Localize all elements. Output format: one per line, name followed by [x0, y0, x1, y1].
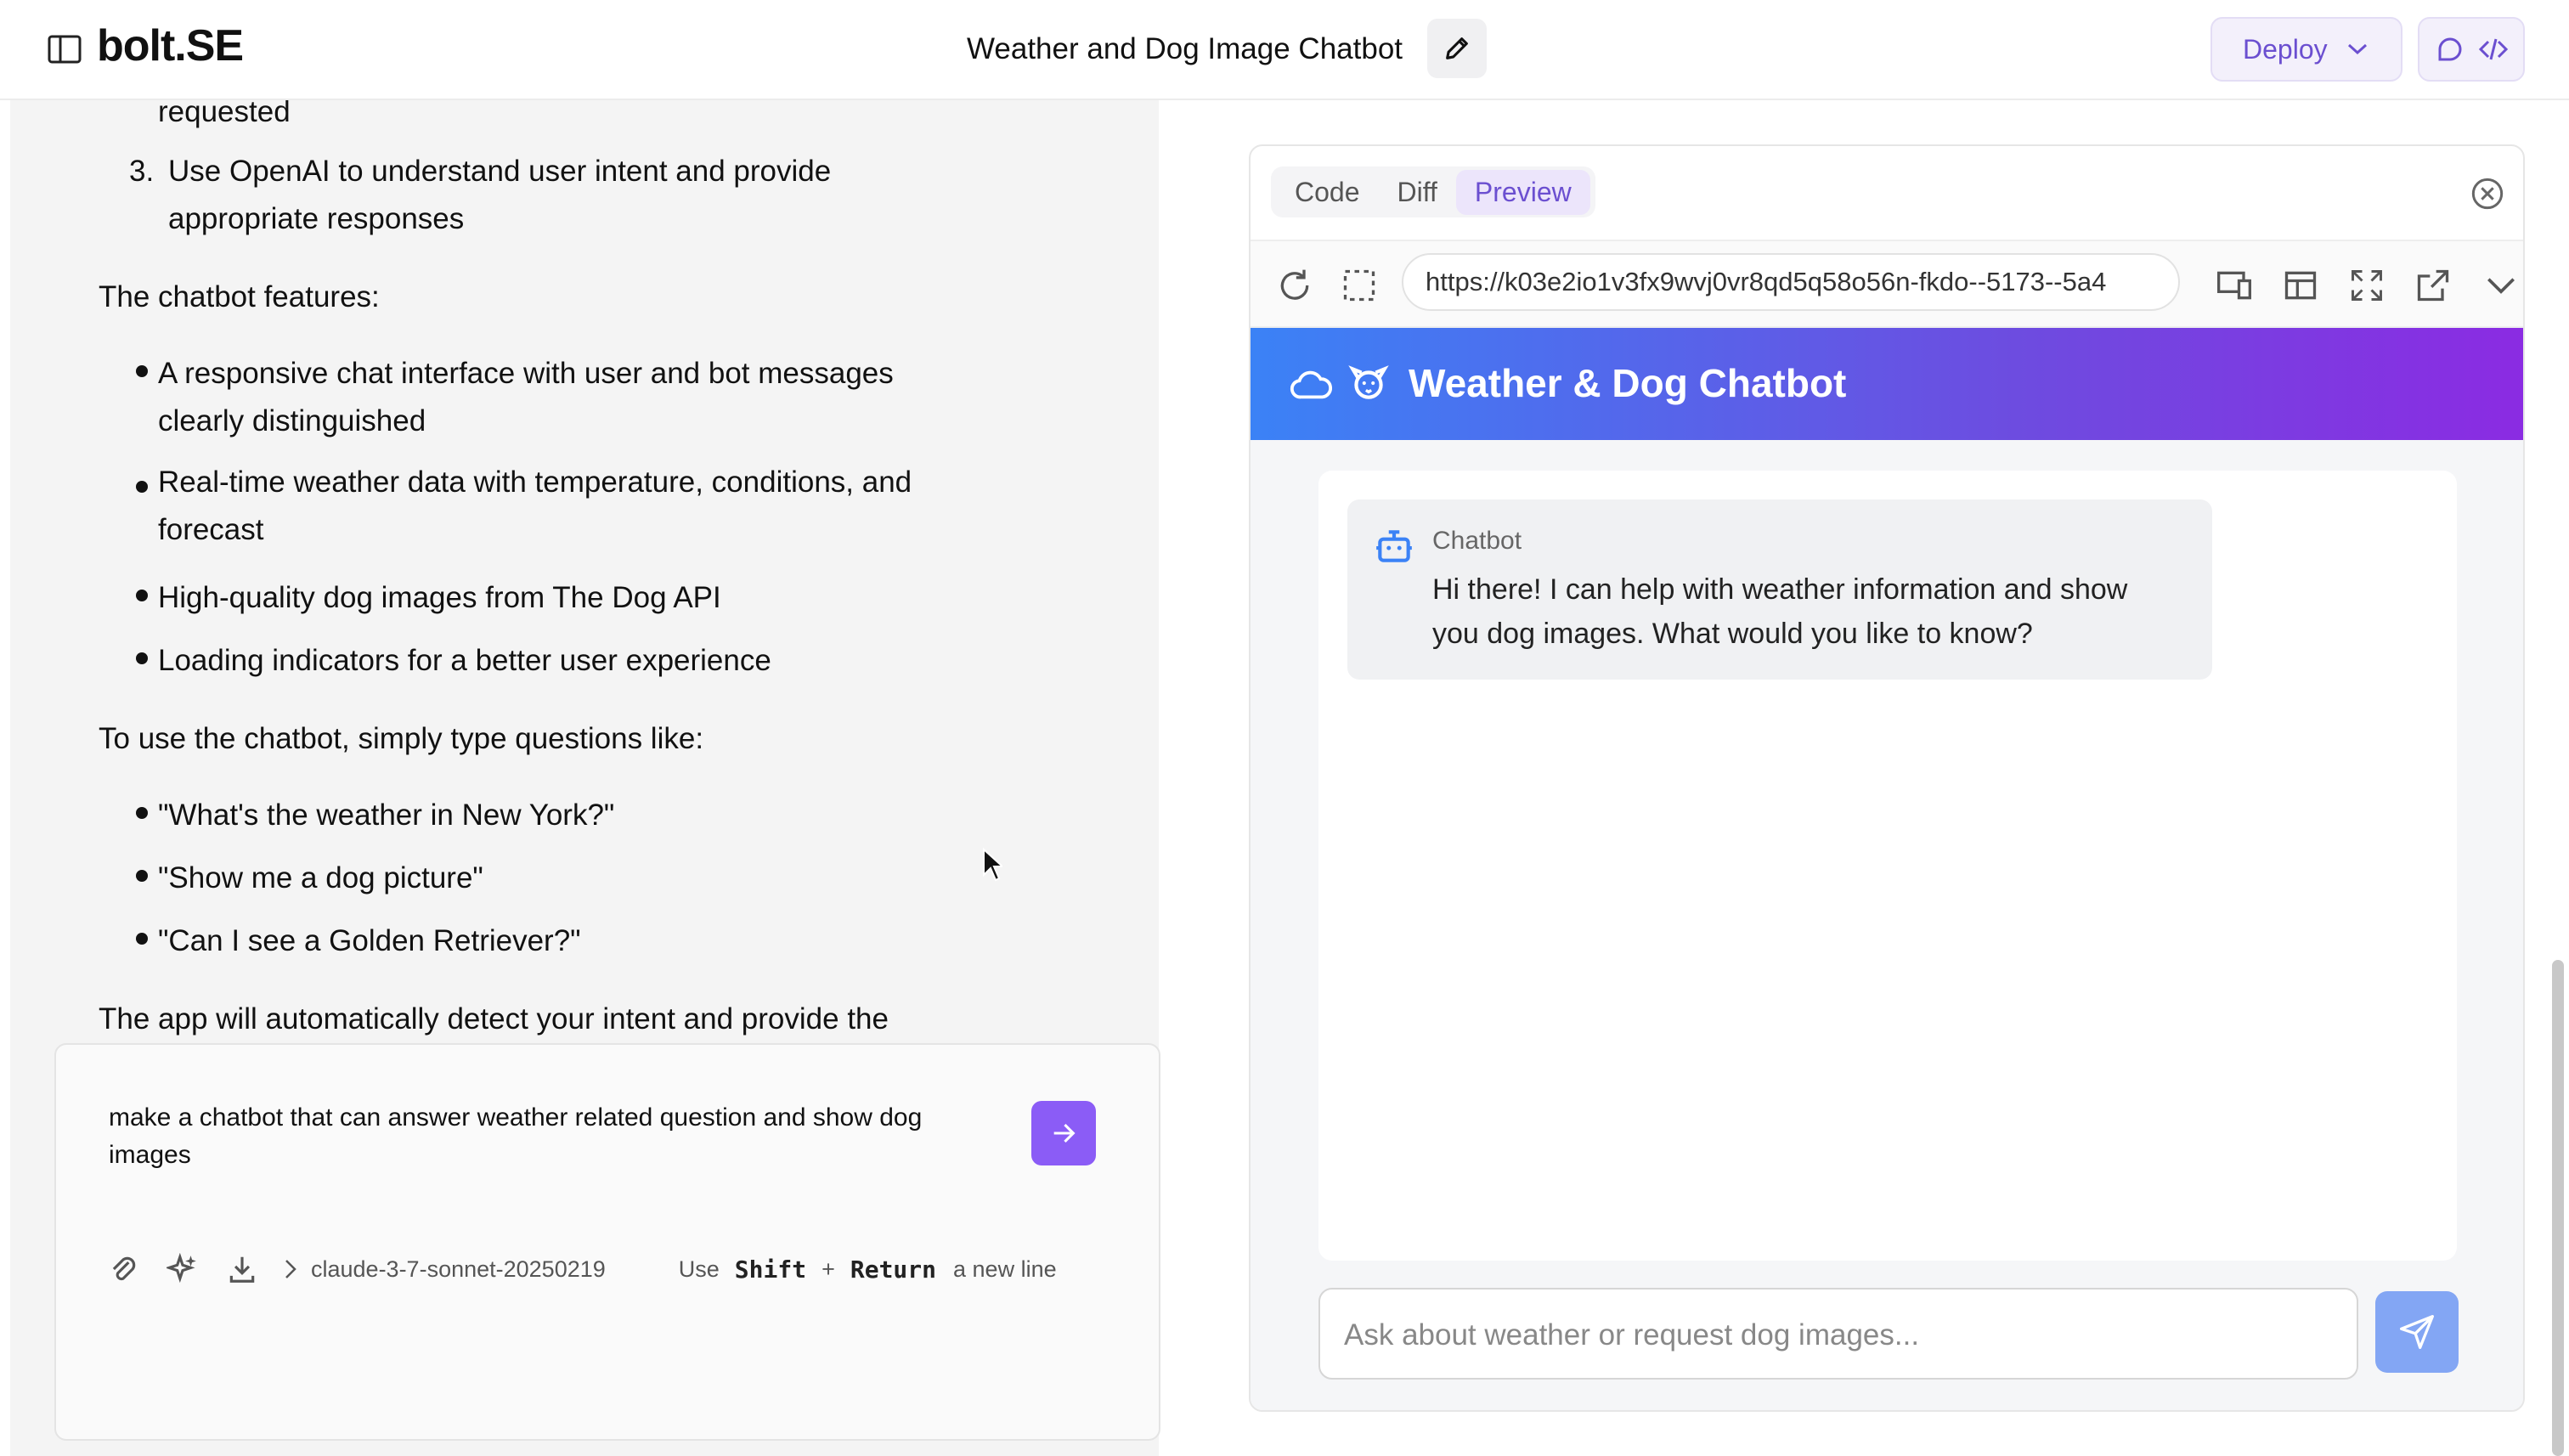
example-item: "What's the weather in New York?"	[158, 799, 615, 832]
send-button[interactable]	[1031, 1101, 1096, 1165]
top-header: bolt.SE Weather and Dog Image Chatbot De…	[0, 0, 2569, 100]
feature-item: A responsive chat interface with user an…	[158, 357, 894, 437]
prompt-toolbar: claude-3-7-sonnet-20250219 Use Shift + R…	[107, 1244, 1152, 1295]
bullet	[136, 365, 148, 377]
preview-app-header: Weather & Dog Chatbot	[1251, 328, 2523, 440]
download-icon[interactable]	[226, 1253, 258, 1285]
header-actions	[2418, 17, 2525, 82]
paperclip-icon[interactable]	[107, 1253, 139, 1285]
workbench-tabs: Code Diff Preview	[1271, 166, 1595, 217]
features-heading: The chatbot features:	[99, 280, 380, 313]
list-number: 3.	[129, 155, 155, 188]
chat-toggle-icon[interactable]	[2435, 34, 2465, 65]
example-item: "Show me a dog picture"	[158, 861, 483, 894]
hint-shift: Shift	[734, 1255, 807, 1284]
tab-diff[interactable]: Diff	[1379, 170, 1456, 215]
close-icon[interactable]	[2470, 177, 2504, 211]
bot-message: Chatbot Hi there! I can help with weathe…	[1347, 499, 2212, 680]
select-element-icon[interactable]	[1341, 267, 1378, 304]
usage-heading: To use the chatbot, simply type question…	[99, 722, 704, 755]
message-list: Chatbot Hi there! I can help with weathe…	[1318, 471, 2457, 1261]
mouse-cursor-icon	[983, 848, 1002, 882]
bullet	[136, 807, 148, 819]
bot-name: Chatbot	[1432, 527, 1522, 555]
deploy-button[interactable]: Deploy	[2210, 17, 2402, 82]
hint-rest: a new line	[953, 1256, 1057, 1282]
device-icon[interactable]	[2216, 267, 2253, 304]
preview-app-title: Weather & Dog Chatbot	[1409, 361, 1847, 405]
tab-code[interactable]: Code	[1276, 170, 1379, 215]
dog-icon	[1348, 365, 1389, 399]
preview-url-input[interactable]: https://k03e2io1v3fx9wvj0vr8qd5q58o56n-f…	[1402, 253, 2180, 311]
reload-icon[interactable]	[1276, 267, 1313, 304]
edit-title-button[interactable]	[1427, 19, 1487, 78]
workbench-panel: Code Diff Preview https://k03e2io1v3fx9w…	[1249, 144, 2525, 1412]
brand-logo[interactable]: bolt.SE	[97, 20, 244, 71]
feature-item: Real-time weather data with temperature,…	[158, 466, 912, 546]
cloud-icon	[1290, 370, 1332, 399]
preview-chat-input[interactable]: Ask about weather or request dog images.…	[1318, 1288, 2358, 1380]
feature-item: Loading indicators for a better user exp…	[158, 644, 771, 677]
pencil-icon	[1446, 37, 1468, 59]
project-title: Weather and Dog Image Chatbot	[967, 32, 1403, 65]
chevron-down-icon[interactable]	[2482, 267, 2520, 304]
arrow-right-icon	[1053, 1123, 1076, 1143]
bullet	[136, 652, 148, 664]
hint-plus: +	[822, 1256, 835, 1282]
preview-send-button[interactable]	[2375, 1291, 2459, 1373]
prompt-box: make a chatbot that can answer weather r…	[54, 1043, 1160, 1441]
code-icon[interactable]	[2478, 34, 2509, 65]
fullscreen-icon[interactable]	[2348, 267, 2386, 304]
bot-message-text: Hi there! I can help with weather inform…	[1432, 573, 2128, 650]
robot-icon	[1376, 530, 1412, 562]
message-fragment: requested	[158, 100, 291, 128]
external-link-icon[interactable]	[2414, 267, 2452, 304]
feature-item: High-quality dog images from The Dog API	[158, 581, 721, 614]
model-name[interactable]: claude-3-7-sonnet-20250219	[311, 1256, 606, 1283]
hint-return: Return	[850, 1255, 937, 1284]
deploy-label: Deploy	[2243, 33, 2328, 65]
tab-preview[interactable]: Preview	[1455, 169, 1590, 215]
bullet	[136, 481, 148, 493]
hint-use: Use	[678, 1256, 720, 1282]
prompt-input[interactable]: make a chatbot that can answer weather r…	[109, 1099, 1009, 1174]
app-root: bolt.SE Weather and Dog Image Chatbot De…	[0, 0, 2569, 1456]
send-icon	[2400, 1315, 2434, 1349]
layout-icon[interactable]	[2282, 267, 2319, 304]
preview-app-body: Chatbot Hi there! I can help with weathe…	[1251, 440, 2523, 1410]
example-item: "Can I see a Golden Retriever?"	[158, 924, 581, 957]
sparkles-icon[interactable]	[167, 1253, 199, 1285]
page-scrollbar[interactable]	[2552, 960, 2564, 1456]
chevron-down-icon	[2347, 43, 2367, 55]
sidebar-icon[interactable]	[48, 34, 82, 65]
chevron-right-icon[interactable]	[282, 1257, 299, 1281]
bullet	[136, 870, 148, 882]
list-text: Use OpenAI to understand user intent and…	[168, 155, 832, 235]
preview-toolbar: https://k03e2io1v3fx9wvj0vr8qd5q58o56n-f…	[1251, 240, 2523, 328]
bullet	[136, 590, 148, 601]
bullet	[136, 933, 148, 945]
